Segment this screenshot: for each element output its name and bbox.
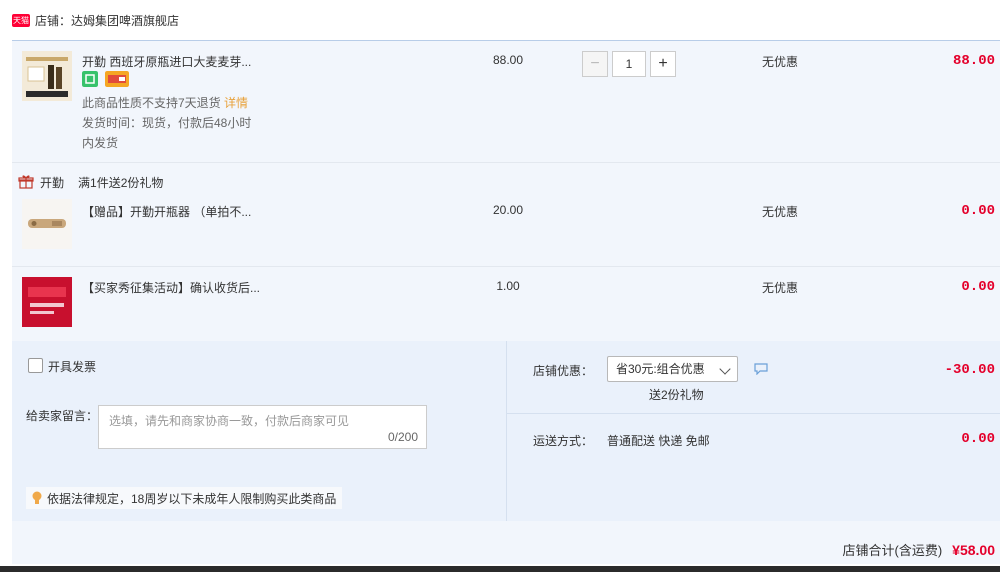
shop-discount-amount: -30.00 [944, 362, 995, 378]
service-icons [82, 71, 133, 87]
section-divider [507, 413, 1000, 414]
guarantee-icon[interactable] [82, 71, 98, 87]
legal-notice: 依据法律规定，18周岁以下未成年人限制购买此类商品 [26, 487, 343, 509]
item-subtotal: 88.00 [952, 53, 995, 69]
shop-discount-selected: 省30元:组合优惠 [616, 362, 705, 376]
shop-discount-gift: 送2份礼物 [649, 388, 704, 402]
gift-brand: 开勤 [40, 175, 65, 190]
shipping-method: 普通配送 快递 免邮 [607, 434, 710, 448]
order-panel: 开勤 西班牙原瓶进口大麦麦芽... 此商品性质不支持7天退货 详情 发货时间：现… [12, 40, 1000, 564]
details-link[interactable]: 详情 [224, 96, 248, 110]
gift-header: 开勤 满1件送2份礼物 [12, 171, 1000, 193]
invoice-label[interactable]: 开具发票 [48, 358, 96, 375]
chat-icon[interactable] [754, 363, 768, 375]
quantity-stepper: − 1 + [582, 51, 676, 77]
card-pay-icon[interactable] [105, 71, 130, 87]
gift-subtotal: 0.00 [961, 279, 995, 295]
qty-plus-button[interactable]: + [650, 51, 676, 77]
tmall-icon: 天猫 [12, 13, 30, 27]
campaign-thumbnail[interactable] [22, 277, 72, 327]
gift-discount: 无优惠 [762, 205, 799, 219]
shop-name[interactable]: 店铺：达姆集团啤酒旗舰店 [35, 12, 179, 29]
chevron-down-icon [719, 363, 731, 375]
memo-char-count: 0/200 [387, 430, 418, 444]
order-options: 开具发票 给卖家留言： 选填，请先和商家协商一致，付款后商家可见 0/200 依… [12, 341, 506, 521]
memo-label: 给卖家留言： [26, 409, 99, 423]
lightbulb-icon [32, 491, 42, 504]
shop-header: 天猫 店铺：达姆集团啤酒旗舰店 [0, 0, 1000, 40]
bottom-bar [0, 566, 1000, 572]
ship-time-line1: 发货时间：现货，付款后48小时 [82, 116, 252, 130]
shop-discount-label: 店铺优惠： [533, 364, 594, 378]
return-policy-note: 此商品性质不支持7天退货 详情 [82, 93, 248, 113]
gift-promo-text: 满1件送2份礼物 [78, 175, 164, 190]
gift-item-row: 【赠品】开勤开瓶器 （单拍不... 20.00 无优惠 0.00 [12, 193, 1000, 265]
memo-placeholder: 选填，请先和商家协商一致，付款后商家可见 [109, 414, 350, 428]
qty-minus-button[interactable]: − [582, 51, 608, 77]
ship-time-line2: 内发货 [82, 136, 119, 150]
legal-text: 依据法律规定，18周岁以下未成年人限制购买此类商品 [47, 491, 337, 506]
unit-price: 88.00 [492, 53, 524, 67]
gift-price: 1.00 [496, 279, 520, 293]
invoice-checkbox[interactable] [28, 358, 43, 373]
shipping-amount: 0.00 [961, 431, 995, 447]
row-divider [12, 162, 1000, 163]
main-item-row: 开勤 西班牙原瓶进口大麦麦芽... 此商品性质不支持7天退货 详情 发货时间：现… [12, 41, 1000, 163]
memo-textarea[interactable]: 选填，请先和商家协商一致，付款后商家可见 0/200 [98, 405, 427, 449]
order-summary: 店铺优惠： 省30元:组合优惠 送2份礼物 -30.00 运送方式： 普通配送 … [506, 341, 1000, 521]
shop-total-label: 店铺合计(含运费) [842, 543, 943, 558]
gift-item-row: 【买家秀征集活动】确认收货后... 1.00 无优惠 0.00 [12, 267, 1000, 339]
gift-title[interactable]: 【赠品】开勤开瓶器 （单拍不... [82, 203, 251, 220]
product-title[interactable]: 开勤 西班牙原瓶进口大麦麦芽... [82, 53, 251, 70]
shop-total: 店铺合计(含运费) ¥58.00 [843, 540, 996, 559]
return-policy-text: 此商品性质不支持7天退货 [82, 96, 221, 110]
gift-discount: 无优惠 [762, 281, 799, 295]
shop-discount-select[interactable]: 省30元:组合优惠 [607, 356, 738, 382]
item-discount: 无优惠 [762, 55, 799, 69]
gift-subtotal: 0.00 [961, 203, 995, 219]
qty-input[interactable]: 1 [612, 51, 646, 77]
shop-total-amount: ¥58.00 [952, 542, 995, 558]
product-thumbnail[interactable] [22, 51, 72, 101]
shipping-label: 运送方式： [533, 434, 594, 448]
gift-icon [18, 175, 34, 189]
gift-price: 20.00 [492, 203, 524, 217]
gift-title[interactable]: 【买家秀征集活动】确认收货后... [82, 279, 260, 296]
opener-thumbnail[interactable] [22, 199, 72, 249]
